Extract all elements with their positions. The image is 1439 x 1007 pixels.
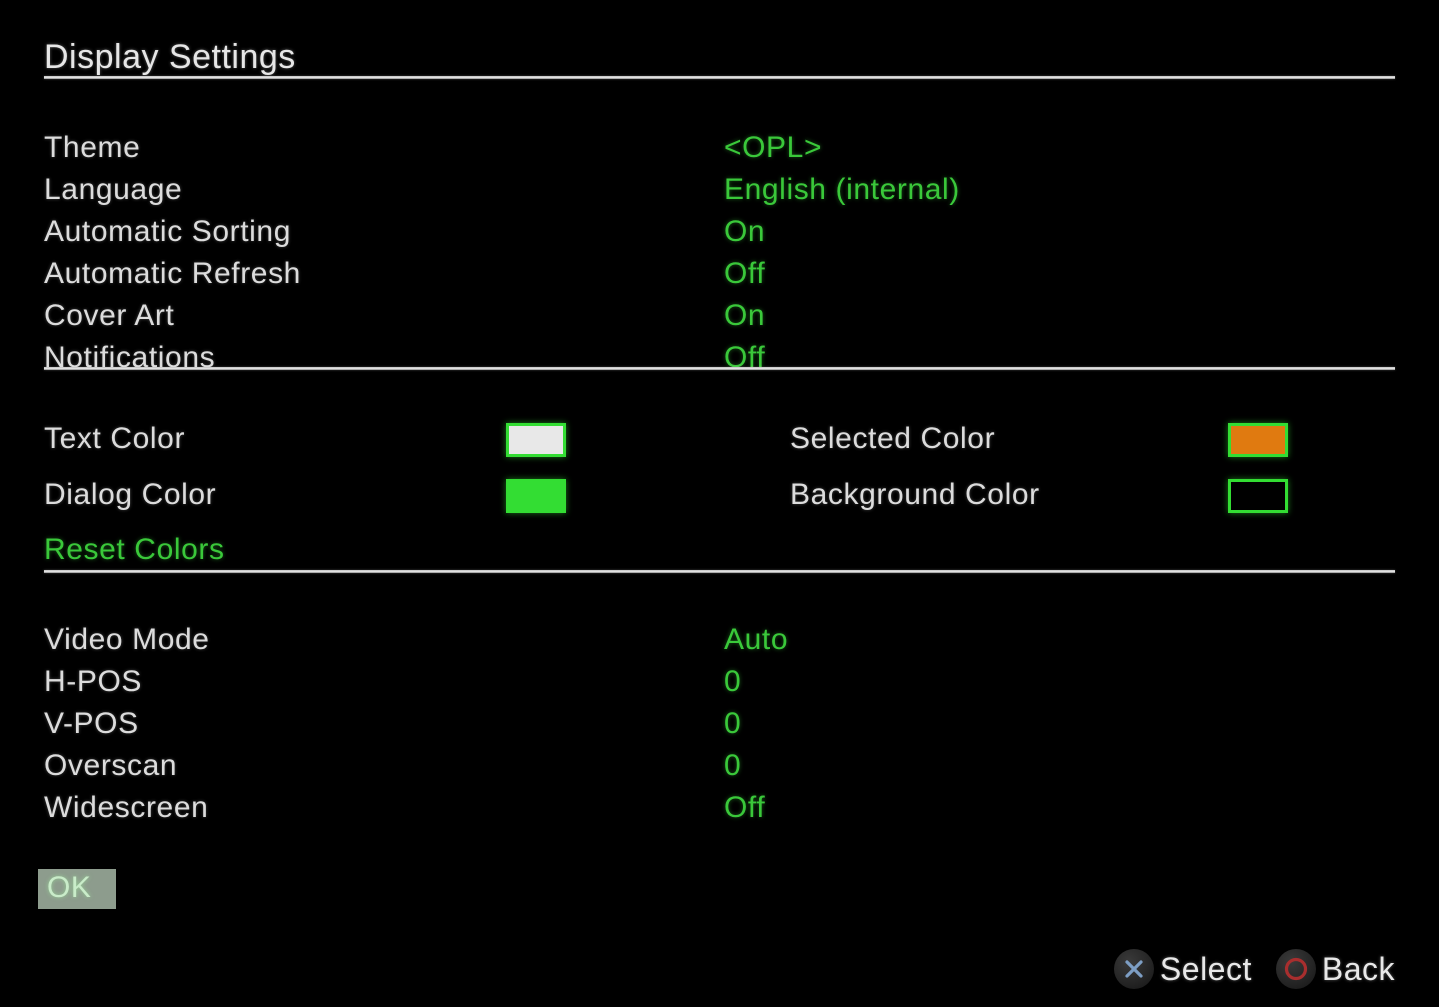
setting-value-h-pos[interactable]: 0	[724, 661, 741, 703]
setting-value-overscan[interactable]: 0	[724, 745, 741, 787]
setting-label-notifications: Notifications	[44, 341, 216, 374]
hint-label-select: Select	[1159, 950, 1252, 987]
setting-label-theme: Theme	[44, 131, 141, 164]
setting-value-notifications[interactable]: Off	[724, 337, 765, 379]
hint-select[interactable]: Select	[1113, 949, 1252, 989]
setting-label-v-pos: V-POS	[44, 707, 139, 740]
setting-value-video-mode[interactable]: Auto	[724, 619, 788, 661]
title-divider	[44, 76, 1395, 79]
setting-label-video-mode: Video Mode	[44, 623, 210, 656]
hint-back[interactable]: Back	[1275, 949, 1395, 989]
color-swatch-selected-color[interactable]	[1228, 423, 1288, 457]
color-row-dialog-and-background: Dialog Color Background Color	[0, 474, 1439, 530]
setting-label-overscan: Overscan	[44, 749, 178, 782]
color-label-text-color: Text Color	[44, 422, 186, 455]
colors-section-divider	[44, 570, 1395, 573]
setting-value-cover-art[interactable]: On	[724, 295, 765, 337]
setting-value-widescreen[interactable]: Off	[724, 787, 765, 829]
setting-value-automatic-sorting[interactable]: On	[724, 211, 765, 253]
color-settings-section: Text Color Selected Color Dialog Color B…	[0, 418, 1439, 530]
general-section-divider	[44, 367, 1395, 370]
setting-label-language: Language	[44, 173, 183, 206]
ok-button[interactable]: OK	[38, 869, 116, 909]
setting-label-widescreen: Widescreen	[44, 791, 209, 824]
color-swatch-background-color[interactable]	[1228, 479, 1288, 513]
color-label-background-color: Background Color	[790, 478, 1040, 511]
setting-value-automatic-refresh[interactable]: Off	[724, 253, 765, 295]
color-row-text-and-selected: Text Color Selected Color	[0, 418, 1439, 474]
setting-value-language[interactable]: English (internal)	[724, 169, 960, 211]
button-hint-bar: Select Back	[1113, 949, 1395, 989]
color-label-selected-color: Selected Color	[790, 422, 996, 455]
cross-button-icon	[1113, 949, 1154, 989]
setting-label-h-pos: H-POS	[44, 665, 143, 698]
color-swatch-text-color[interactable]	[506, 423, 566, 457]
page-title: Display Settings	[44, 38, 296, 76]
setting-label-automatic-sorting: Automatic Sorting	[44, 215, 291, 248]
display-settings-screen: Display Settings Theme <OPL> Language En…	[0, 0, 1439, 1007]
setting-value-v-pos[interactable]: 0	[724, 703, 741, 745]
hint-label-back: Back	[1321, 950, 1395, 987]
color-label-dialog-color: Dialog Color	[44, 478, 217, 511]
setting-label-cover-art: Cover Art	[44, 299, 175, 332]
reset-colors-button[interactable]: Reset Colors	[44, 533, 225, 567]
circle-button-icon	[1275, 949, 1316, 989]
setting-value-theme[interactable]: <OPL>	[724, 127, 822, 169]
color-swatch-dialog-color[interactable]	[506, 479, 566, 513]
setting-label-automatic-refresh: Automatic Refresh	[44, 257, 301, 290]
